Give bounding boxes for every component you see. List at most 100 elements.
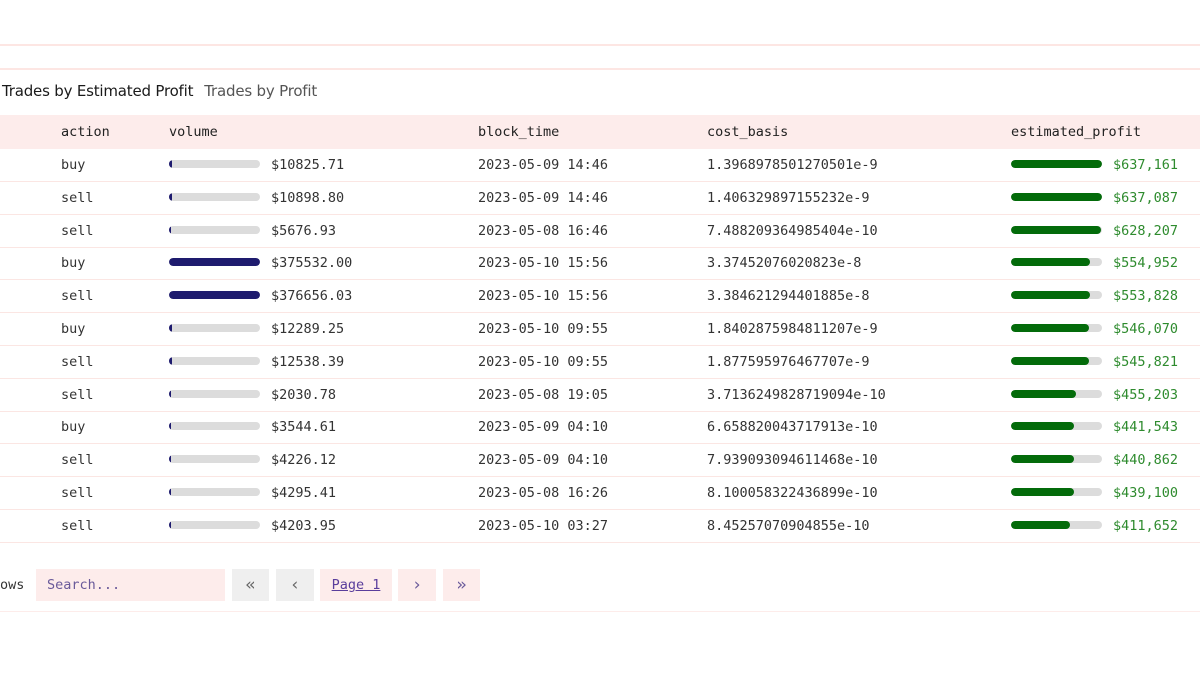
profit-bar — [1011, 389, 1102, 398]
column-header-cost-basis[interactable]: cost_basis — [707, 115, 788, 149]
table-row[interactable]: buy $3544.61 2023-05-09 04:10 6.65882004371… — [0, 411, 1200, 445]
profit-bar — [1011, 455, 1102, 464]
volume-bar — [169, 520, 260, 529]
search-input[interactable] — [36, 569, 225, 601]
profit-bar-fill — [1011, 356, 1089, 365]
first-page-button[interactable]: « — [232, 569, 269, 601]
rows-label: ows — [0, 577, 25, 593]
action-cell: buy — [61, 157, 86, 173]
table-footer: ows « ‹ Page 1 › » — [0, 569, 1200, 601]
table-row[interactable]: sell $5676.93 2023-05-08 16:46 7.4882093649… — [0, 215, 1200, 248]
cost-basis-cell: 8.100058322436899e-10 — [707, 485, 878, 501]
column-header-volume[interactable]: volume — [169, 115, 218, 149]
action-cell: buy — [61, 255, 86, 272]
volume-cell: $375532.00 — [271, 255, 353, 272]
block-time-cell: 2023-05-09 04:10 — [478, 419, 609, 436]
profit-bar — [1011, 291, 1102, 300]
estimated-profit-cell: $545,821 — [1113, 353, 1179, 370]
table-row[interactable]: buy $12289.25 2023-05-10 09:55 1.8402875984… — [0, 313, 1200, 346]
current-page-button[interactable]: Page 1 — [320, 569, 392, 601]
column-header-action[interactable]: action — [61, 115, 110, 149]
profit-bar-fill — [1011, 520, 1070, 529]
page-label[interactable]: Page 1 — [332, 577, 381, 593]
chevron-left-icon: ‹ — [289, 575, 301, 595]
volume-bar — [169, 422, 260, 431]
cost-basis-cell: 3.37452076020823e-8 — [707, 255, 862, 272]
volume-bar-fill — [169, 192, 172, 201]
cost-basis-cell: 3.0553761082669824e-10 — [707, 543, 886, 553]
volume-bar — [169, 356, 260, 365]
tab-trades-by-estimated-profit[interactable]: Trades by Estimated Profit — [2, 82, 193, 100]
block-time-cell: 2023-05-10 09:55 — [478, 321, 609, 337]
block-time-cell: 2023-05-08 16:46 — [478, 222, 609, 239]
volume-cell: $2030.78 — [271, 386, 337, 403]
volume-bar-fill — [169, 455, 171, 464]
volume-bar-fill — [169, 258, 260, 267]
cost-basis-cell: 6.658820043717913e-10 — [707, 419, 878, 436]
cost-basis-cell: 3.7136249828719094e-10 — [707, 386, 886, 403]
table-row[interactable]: sell $4203.95 2023-05-10 03:27 8.4525707090… — [0, 510, 1200, 543]
volume-cell: $4295.41 — [271, 485, 337, 501]
table-row[interactable]: sell $4295.41 2023-05-08 16:26 8.1000583224… — [0, 477, 1200, 510]
table-header: action volume block_time cost_basis esti… — [0, 115, 1200, 149]
block-time-cell: 2023-05-08 16:26 — [478, 485, 609, 501]
previous-page-button[interactable]: ‹ — [276, 569, 314, 601]
table-row[interactable]: buy $375532.00 2023-05-10 15:56 3.374520760… — [0, 247, 1200, 281]
profit-bar-fill — [1011, 488, 1074, 496]
table-row[interactable]: buy $10825.71 2023-05-09 14:46 1.3968978501… — [0, 149, 1200, 182]
profit-bar — [1011, 324, 1102, 332]
volume-bar — [169, 225, 260, 234]
volume-bar-fill — [169, 225, 171, 234]
trades-table: action volume block_time cost_basis esti… — [0, 115, 1200, 553]
profit-bar — [1011, 422, 1102, 431]
estimated-profit-cell: $440,862 — [1113, 452, 1179, 469]
column-header-block-time[interactable]: block_time — [478, 115, 559, 149]
volume-bar-fill — [169, 520, 171, 529]
profit-bar — [1011, 258, 1102, 267]
table-row[interactable]: sell $2030.78 2023-05-08 19:05 3.7136249828… — [0, 379, 1200, 412]
tabs-divider — [0, 68, 1200, 70]
volume-bar — [169, 488, 260, 496]
volume-cell: $12538.39 — [271, 353, 345, 370]
block-time-cell: 2023-05-08 08:31 — [478, 543, 608, 553]
double-chevron-left-icon: « — [245, 575, 256, 595]
table-row[interactable]: sell $12538.39 2023-05-10 09:55 1.877595976… — [0, 346, 1200, 379]
profit-bar-fill — [1011, 291, 1091, 300]
volume-cell: $3544.61 — [271, 419, 337, 436]
table-row[interactable]: sell $376656.03 2023-05-10 15:56 3.38462129… — [0, 280, 1200, 314]
last-page-button[interactable]: » — [443, 569, 480, 601]
volume-bar — [169, 258, 260, 267]
volume-bar-fill — [169, 389, 171, 398]
column-header-estimated-profit[interactable]: estimated_profit — [1011, 115, 1141, 149]
table-row[interactable]: sell $4226.12 2023-05-09 04:10 7.9390930946… — [0, 444, 1200, 478]
profit-bar — [1011, 356, 1102, 365]
action-cell: sell — [61, 543, 94, 553]
tab-trades-by-profit[interactable]: Trades by Profit — [204, 82, 317, 100]
volume-bar — [169, 324, 260, 332]
estimated-profit-cell: $441,543 — [1113, 419, 1179, 436]
profit-bar-fill — [1011, 258, 1091, 267]
action-cell: buy — [61, 321, 86, 337]
action-cell: sell — [61, 353, 94, 370]
estimated-profit-cell: $404,689 — [1113, 543, 1178, 553]
volume-bar — [169, 160, 260, 168]
volume-bar — [169, 389, 260, 398]
next-page-button[interactable]: › — [398, 569, 436, 601]
cost-basis-cell: 3.384621294401885e-8 — [707, 288, 870, 305]
action-cell: sell — [61, 485, 94, 501]
profit-bar-fill — [1011, 225, 1101, 234]
double-chevron-right-icon: » — [456, 575, 467, 595]
table-row[interactable]: sell $1425.74 2023-05-08 08:31 3.0553761082… — [0, 543, 1200, 553]
estimated-profit-cell: $546,070 — [1113, 321, 1179, 337]
volume-bar-fill — [169, 160, 172, 168]
estimated-profit-cell: $554,952 — [1113, 255, 1179, 272]
profit-bar-fill — [1011, 455, 1074, 464]
action-cell: sell — [61, 288, 94, 305]
cost-basis-cell: 1.406329897155232e-9 — [707, 189, 870, 206]
block-time-cell: 2023-05-10 03:27 — [478, 517, 609, 534]
table-row[interactable]: sell $10898.80 2023-05-09 14:46 1.406329897… — [0, 182, 1200, 215]
estimated-profit-cell: $637,161 — [1113, 157, 1179, 173]
cost-basis-cell: 7.488209364985404e-10 — [707, 222, 878, 239]
block-time-cell: 2023-05-09 14:46 — [478, 189, 609, 206]
block-time-cell: 2023-05-09 14:46 — [478, 157, 609, 173]
